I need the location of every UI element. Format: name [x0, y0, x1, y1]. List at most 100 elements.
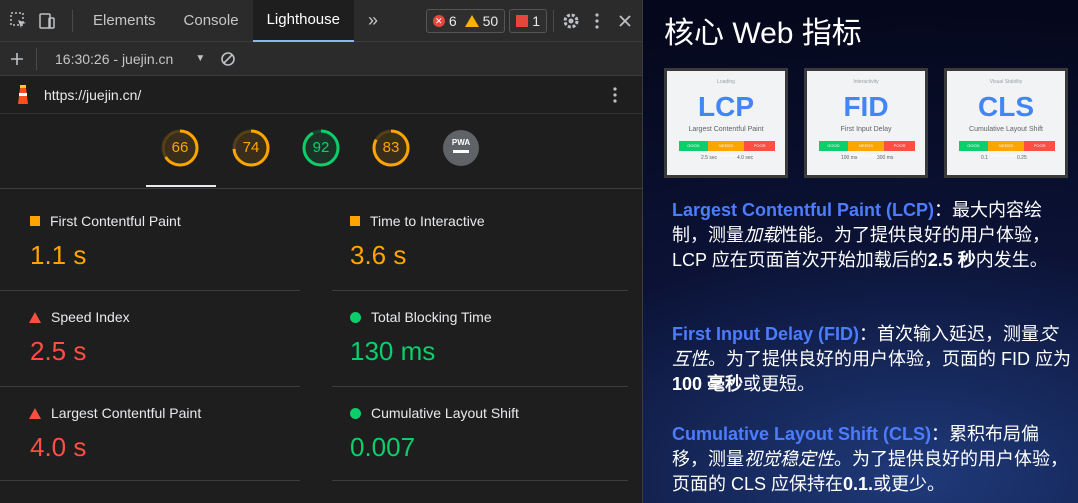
fid-text-2: 。为了提供良好的用户体验，页面的 FID 应为: [708, 349, 1071, 369]
error-icon: ✕: [432, 14, 445, 27]
metric-time-to-interactive: Time to Interactive 3.6 s: [320, 210, 616, 271]
core-web-vitals-slide: 核心 Web 指标 Loading LCP Largest Contentful P…: [644, 0, 1078, 503]
thumbnail-metric: FID: [843, 91, 889, 122]
lcp-paragraph: Largest Contentful Paint (LCP)：最大内容绘制，测量…: [672, 198, 1072, 273]
toolbar-divider: [36, 47, 37, 70]
category-gauges: 66 74 92 83 PWA: [0, 114, 642, 188]
metric-cumulative-layout-shift: Cumulative Layout Shift 0.007: [320, 402, 616, 463]
thumbnail-subtitle: Cumulative Layout Shift: [969, 126, 1043, 133]
metric-header: Largest Contentful Paint: [0, 402, 296, 424]
metric-header: Total Blocking Time: [320, 306, 616, 328]
metric-header: Time to Interactive: [320, 210, 616, 232]
thumbnail-fid: Interactivity FID First Input Delay GOOD NEE…: [804, 68, 928, 178]
more-options-icon[interactable]: [586, 10, 608, 32]
thumbnail-metric: CLS: [978, 91, 1034, 122]
pwa-gauge[interactable]: PWA: [441, 128, 481, 168]
metric-label: Speed Index: [51, 309, 130, 325]
issues-count: 1: [532, 12, 540, 29]
metric-value: 130 ms: [350, 336, 436, 366]
pass-circle-icon: [350, 311, 361, 323]
metric-label: Time to Interactive: [370, 213, 485, 229]
devtools-tabbar: Elements Console Lighthouse » ✕ 6 50 1: [0, 0, 642, 42]
settings-gear-icon[interactable]: [560, 10, 582, 32]
toolbar-divider: [553, 9, 554, 32]
performance-gauge[interactable]: 66: [160, 128, 200, 168]
lcp-emphasis: 加载: [744, 225, 780, 245]
metric-header: First Contentful Paint: [0, 210, 296, 232]
thumbnail-category: Visual Stability: [989, 79, 1023, 85]
metric-value: 3.6 s: [350, 240, 407, 270]
more-tabs-button[interactable]: »: [354, 0, 392, 42]
needs-improvement-segment: NEEDS IMPROVEMENT: [707, 141, 745, 158]
close-icon[interactable]: [614, 10, 636, 32]
metrics-top-divider: [0, 188, 642, 189]
good-segment: GOOD: [819, 141, 848, 151]
needs-improvement-segment: NEEDS IMPROVEMENT: [847, 141, 885, 158]
pass-circle-icon: [350, 407, 361, 419]
fid-text-3: 或更短。: [743, 374, 816, 394]
warning-count: 50: [482, 12, 499, 29]
report-url[interactable]: https://juejin.cn/: [44, 87, 141, 103]
new-report-plus-icon[interactable]: [6, 48, 28, 70]
accessibility-gauge[interactable]: 74: [231, 128, 271, 168]
thumbnail-category: Loading: [717, 79, 735, 85]
fid-term: First Input Delay (FID): [672, 324, 860, 344]
average-square-icon: [350, 216, 360, 226]
gauge-score: 92: [312, 139, 330, 156]
gauge-score: 74: [242, 139, 260, 156]
threshold-tick-1: 100 ms: [841, 155, 858, 161]
metric-value: 1.1 s: [30, 240, 87, 270]
threshold-tick-2: 0.25: [1017, 155, 1027, 161]
errors-warnings-badge[interactable]: ✕ 6 50: [425, 8, 506, 33]
report-selector[interactable]: 16:30:26 - juejin.cn: [55, 51, 173, 67]
threshold-bar: GOOD NEEDS IMPROVEMENT POOR: [819, 141, 915, 158]
clear-reports-icon[interactable]: [217, 48, 239, 70]
error-count: 6: [448, 12, 457, 29]
toolbar-divider: [72, 9, 73, 32]
gauge-score: 66: [171, 139, 189, 156]
metric-value: 4.0 s: [30, 432, 87, 462]
metric-first-contentful-paint: First Contentful Paint 1.1 s: [0, 210, 296, 271]
lcp-threshold: 2.5 秒: [927, 250, 976, 270]
warning-icon: [464, 14, 479, 27]
screenshot-stage: Elements Console Lighthouse » ✕ 6 50 1 1…: [0, 0, 1078, 503]
metric-divider: [332, 386, 628, 387]
poor-segment: POOR: [1024, 141, 1055, 151]
thumbnail-metric: LCP: [698, 91, 754, 122]
metric-label: Cumulative Layout Shift: [371, 405, 519, 421]
lcp-text-3: 内发生。: [975, 250, 1048, 270]
metric-speed-index: Speed Index 2.5 s: [0, 306, 296, 367]
inspect-element-icon[interactable]: [8, 10, 30, 32]
device-toolbar-icon[interactable]: [36, 10, 58, 32]
lighthouse-report-bar: 16:30:26 - juejin.cn ▼: [0, 42, 642, 76]
chevron-down-icon[interactable]: ▼: [195, 53, 205, 64]
tab-elements[interactable]: Elements: [79, 0, 170, 42]
fail-triangle-icon: [29, 311, 41, 323]
tab-console[interactable]: Console: [170, 0, 253, 42]
tab-lighthouse[interactable]: Lighthouse: [252, 0, 354, 42]
metric-divider: [0, 480, 300, 481]
devtools-panel: Elements Console Lighthouse » ✕ 6 50 1 1…: [0, 0, 643, 503]
cls-term: Cumulative Layout Shift (CLS): [672, 424, 932, 444]
metric-divider: [0, 386, 300, 387]
threshold-bar: GOOD NEEDS IMPROVEMENT POOR: [959, 141, 1055, 158]
thumbnail-category: Interactivity: [853, 79, 879, 85]
metric-divider: [332, 290, 628, 291]
good-segment: GOOD: [679, 141, 708, 151]
threshold-tick-1: 2.5 sec: [701, 155, 718, 161]
fid-threshold: 100 毫秒: [672, 374, 744, 394]
threshold-tick-1: 0.1: [981, 155, 988, 161]
best-practices-gauge[interactable]: 92: [301, 128, 341, 168]
poor-segment: POOR: [884, 141, 915, 151]
metrics-grid: First Contentful Paint 1.1 s Time to Inter…: [0, 188, 642, 503]
gauge-score: PWA: [451, 138, 471, 147]
thumbnail-subtitle: First Input Delay: [840, 126, 892, 133]
issues-badge[interactable]: 1: [509, 8, 547, 33]
metric-total-blocking-time: Total Blocking Time 130 ms: [320, 306, 616, 367]
seo-gauge[interactable]: 83: [371, 128, 411, 168]
metric-header: Speed Index: [0, 306, 296, 328]
report-menu-icon[interactable]: [604, 84, 626, 106]
fid-text-1: ：首次输入延迟，测量: [859, 324, 1040, 344]
fid-paragraph: First Input Delay (FID)：首次输入延迟，测量交互性。为了提…: [672, 322, 1072, 397]
needs-improvement-segment: NEEDS IMPROVEMENT: [987, 141, 1025, 158]
